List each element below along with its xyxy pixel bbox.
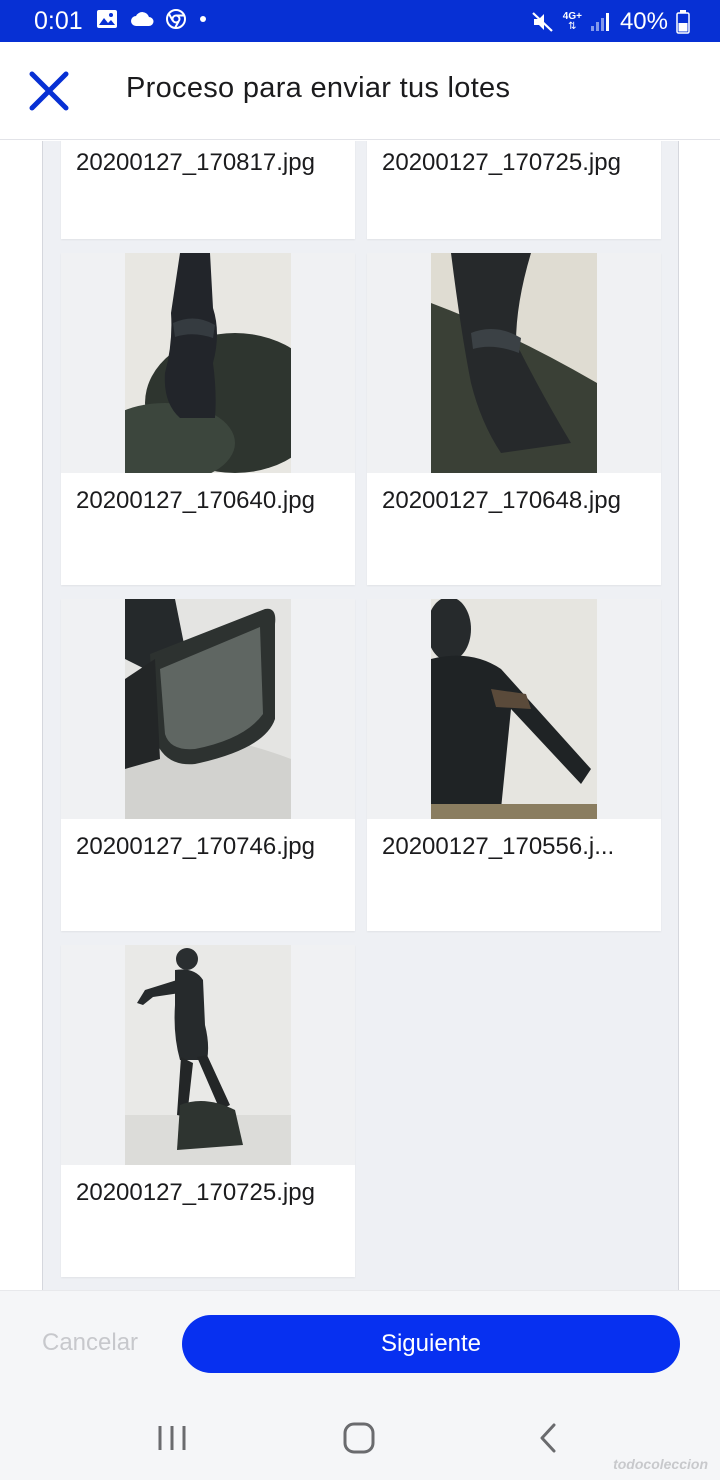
file-list-area[interactable]: 20200127_170817.jpg 20200127_170725.jpg …: [0, 141, 720, 1290]
status-time: 0:01: [34, 7, 83, 35]
network-icon: 4G+ ⇅: [562, 11, 582, 32]
recents-button[interactable]: [152, 1420, 192, 1456]
next-button[interactable]: Siguiente: [182, 1315, 680, 1373]
files-panel: 20200127_170817.jpg 20200127_170725.jpg …: [42, 141, 679, 1290]
status-bar: 0:01 4G+ ⇅ 40%: [0, 0, 720, 42]
close-button[interactable]: [28, 70, 70, 112]
bottom-action-bar: Cancelar Siguiente: [0, 1290, 720, 1396]
file-name: 20200127_170746.jpg: [76, 833, 315, 860]
statue-photo-feet: [125, 253, 291, 473]
close-icon: [29, 71, 69, 111]
file-card[interactable]: 20200127_170556.j...: [367, 599, 661, 931]
page-title: Proceso para enviar tus lotes: [126, 72, 511, 104]
recents-icon: [158, 1426, 186, 1450]
battery-icon: [676, 10, 690, 34]
signal-icon: [590, 13, 609, 31]
back-icon: [540, 1423, 556, 1453]
file-card[interactable]: 20200127_170640.jpg: [61, 253, 355, 585]
file-card[interactable]: 20200127_170725.jpg: [367, 141, 661, 239]
image-icon: [97, 10, 117, 28]
file-thumbnail: [61, 253, 355, 473]
statue-photo-base: [125, 599, 291, 819]
home-icon: [343, 1422, 375, 1454]
chrome-icon: [166, 9, 186, 29]
status-icons-left: [96, 9, 208, 29]
cancel-button[interactable]: Cancelar: [42, 1329, 138, 1357]
battery-percent: 40%: [619, 8, 668, 35]
system-nav-bar: todocoleccion: [0, 1396, 720, 1480]
file-name: 20200127_170725.jpg: [382, 149, 621, 176]
file-thumbnail: [367, 599, 661, 819]
dot-icon: [200, 16, 206, 22]
watermark: todocoleccion: [613, 1456, 708, 1472]
back-button[interactable]: [528, 1420, 568, 1456]
file-name: 20200127_170556.j...: [382, 833, 615, 860]
file-card[interactable]: 20200127_170725.jpg: [61, 945, 355, 1277]
mute-icon: [532, 12, 553, 32]
file-name: 20200127_170640.jpg: [76, 487, 315, 514]
statue-photo-leg: [431, 253, 597, 473]
home-button[interactable]: [339, 1420, 379, 1456]
file-name: 20200127_170817.jpg: [76, 149, 315, 176]
cloud-icon: [131, 12, 154, 26]
file-card[interactable]: 20200127_170648.jpg: [367, 253, 661, 585]
app-header: Proceso para enviar tus lotes: [0, 42, 720, 140]
file-card[interactable]: 20200127_170817.jpg: [61, 141, 355, 239]
file-card[interactable]: 20200127_170746.jpg: [61, 599, 355, 931]
statue-photo-torso: [431, 599, 597, 819]
file-name: 20200127_170725.jpg: [76, 1179, 315, 1206]
status-icons-right: 4G+ ⇅ 40%: [531, 8, 690, 36]
file-thumbnail: [61, 945, 355, 1165]
statue-photo-full: [125, 945, 291, 1165]
file-thumbnail: [61, 599, 355, 819]
file-thumbnail: [367, 253, 661, 473]
file-name: 20200127_170648.jpg: [382, 487, 621, 514]
